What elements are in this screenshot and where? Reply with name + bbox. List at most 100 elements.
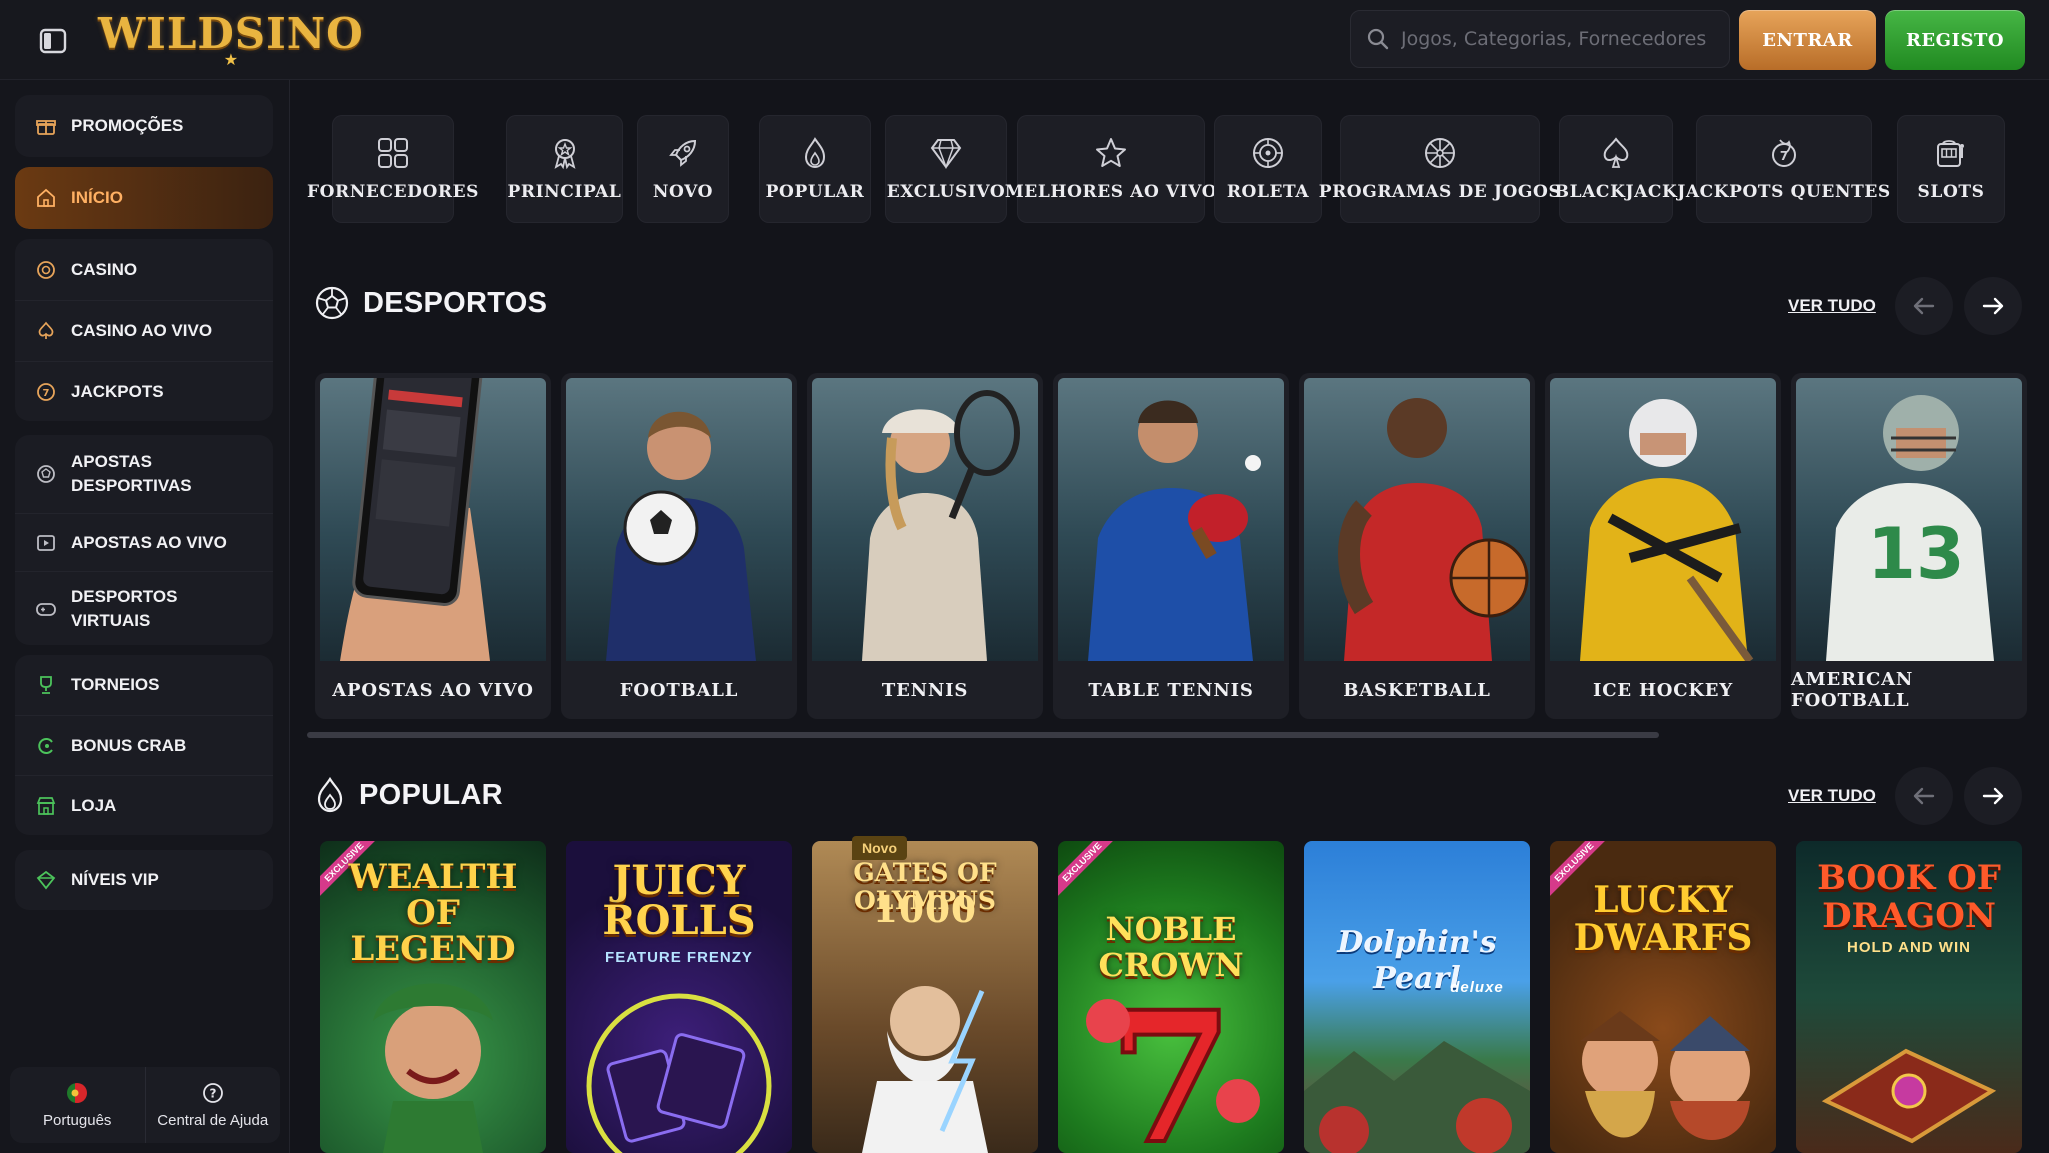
sidebar-item-label: CASINO <box>71 259 138 279</box>
category-exclusivo[interactable]: EXCLUSIVO <box>885 115 1007 223</box>
help-label: Central de Ajuda <box>157 1111 269 1129</box>
search-input[interactable] <box>1401 28 1721 50</box>
language-selector[interactable]: Português <box>10 1067 145 1143</box>
game-card-gates-of-olympus[interactable]: GATES OF OLYMPUS 1000 <box>812 841 1038 1153</box>
shop-icon <box>35 795 57 817</box>
sidebar-item-label: TORNEIOS <box>71 675 160 694</box>
category-fornecedores[interactable]: FORNECEDORES <box>307 115 478 223</box>
sport-label: BASKETBALL <box>1343 679 1491 701</box>
game-title: WEALTH OF LEGEND <box>348 857 518 969</box>
category-label: JACKPOTS QUENTES <box>1677 182 1891 202</box>
game-card-book-of-dragon[interactable]: BOOK OF DRAGON HOLD AND WIN <box>1796 841 2022 1153</box>
category-roleta[interactable]: ROLETA <box>1214 115 1322 223</box>
sidebar-item-bonus-crab[interactable]: BONUS CRAB <box>15 715 273 775</box>
category-melhores-ao-vivo[interactable]: MELHORES AO VIVO <box>1005 115 1217 223</box>
soccer-ball-icon <box>315 286 349 320</box>
crab-icon <box>35 735 57 757</box>
top-bar: WILDSINO ★ ENTRAR REGISTO <box>0 0 2049 80</box>
help-center-link[interactable]: ? Central de Ajuda <box>144 1067 281 1143</box>
sport-label: AMERICAN FOOTBALL <box>1791 669 1914 711</box>
sidebar-item-label: LOJA <box>71 795 117 815</box>
sports-scrollbar[interactable] <box>307 732 1659 738</box>
game-title: LUCKY DWARFS <box>1573 879 1753 959</box>
category-novo[interactable]: NOVO <box>637 115 729 223</box>
sports-next-button[interactable] <box>1964 277 2022 335</box>
sidebar-item-casino-ao-vivo[interactable]: CASINO AO VIVO <box>15 300 273 361</box>
category-label: PROGRAMAS DE JOGOS <box>1318 182 1562 202</box>
search-bar[interactable] <box>1350 10 1730 68</box>
logo-star-icon: ★ <box>223 50 239 69</box>
game-title: BOOK OF DRAGON <box>1817 858 2001 936</box>
sidebar-item-label: INÍCIO <box>71 188 123 207</box>
vip-icon <box>35 869 57 891</box>
sidebar-item-loja[interactable]: LOJA <box>15 775 273 835</box>
popular-next-button[interactable] <box>1964 767 2022 825</box>
chip-icon <box>35 259 57 281</box>
sport-card-american-football[interactable]: 13 AMERICAN FOOTBALL <box>1791 373 2027 719</box>
wildsino-logo[interactable]: WILDSINO ★ <box>98 10 364 70</box>
sidebar-item-label: JACKPOTS <box>71 381 164 401</box>
sidebar-group-promotions: PROMOÇÕES <box>15 95 273 157</box>
arrow-left-icon <box>1913 787 1935 805</box>
grid-icon <box>378 138 408 168</box>
login-button[interactable]: ENTRAR <box>1739 10 1876 70</box>
sidebar-item-inicio[interactable]: INÍCIO <box>15 167 273 229</box>
game-card-lucky-dwarfs[interactable]: EXCLUSIVE LUCKY DWARFS <box>1550 841 1776 1153</box>
exclusive-ribbon: EXCLUSIVE <box>1058 841 1121 901</box>
game-card-dolphins-pearl[interactable]: Dolphin's Pearl deluxe <box>1304 841 1530 1153</box>
game-subtitle: HOLD AND WIN <box>1847 939 1971 956</box>
category-label: MELHORES AO VIVO <box>1004 182 1218 202</box>
popular-see-all-link[interactable]: VER TUDO <box>1788 786 1876 806</box>
live-icon <box>35 532 57 554</box>
star-icon <box>1096 138 1126 167</box>
game-card-juicy-rolls[interactable]: JUICY ROLLS FEATURE FRENZY <box>566 841 792 1153</box>
flame-icon <box>804 137 826 169</box>
sidebar-group-home: INÍCIO <box>15 167 273 229</box>
sidebar-item-torneios[interactable]: TORNEIOS <box>15 655 273 715</box>
sidebar-toggle-icon[interactable] <box>34 24 72 58</box>
sport-card-football[interactable]: FOOTBALL <box>561 373 797 719</box>
sidebar-item-desportos-virtuais[interactable]: DESPORTOS VIRTUAIS <box>15 571 273 645</box>
sidebar: PROMOÇÕES INÍCIO CASINO CASINO AO VIVO 7… <box>0 80 290 1153</box>
help-icon: ? <box>202 1082 223 1103</box>
category-jackpots-quentes[interactable]: 7 JACKPOTS QUENTES <box>1677 115 1890 223</box>
game-subtitle: 1000 <box>872 889 978 931</box>
sport-card-ice-hockey[interactable]: ICE HOCKEY <box>1545 373 1781 719</box>
sidebar-item-label: APOSTAS DESPORTIVAS <box>71 452 192 495</box>
category-slots[interactable]: SLOTS <box>1897 115 2005 223</box>
sidebar-item-jackpots[interactable]: 7 JACKPOTS <box>15 361 273 421</box>
sports-see-all-link[interactable]: VER TUDO <box>1788 296 1876 316</box>
new-badge: Novo <box>852 836 907 860</box>
sport-image <box>1058 378 1284 661</box>
sports-prev-button[interactable] <box>1895 277 1953 335</box>
sport-card-apostas-ao-vivo[interactable]: APOSTAS AO VIVO <box>315 373 551 719</box>
category-popular[interactable]: POPULAR <box>759 115 871 223</box>
category-label: FORNECEDORES <box>306 182 480 202</box>
jackpot-icon: 7 <box>35 381 57 403</box>
flame-icon <box>317 777 343 813</box>
category-blackjack[interactable]: BLACKJACK <box>1555 115 1677 223</box>
gamepad-icon <box>35 598 57 620</box>
game-card-noble-crown[interactable]: EXCLUSIVE NOBLE CROWN 7 <box>1058 841 1284 1153</box>
game-title: NOBLE CROWN <box>1098 910 1244 984</box>
game-subtitle: FEATURE FRENZY <box>605 949 753 966</box>
sport-card-basketball[interactable]: BASKETBALL <box>1299 373 1535 719</box>
category-programas-de-jogos[interactable]: PROGRAMAS DE JOGOS <box>1319 115 1561 223</box>
sidebar-item-apostas-ao-vivo[interactable]: APOSTAS AO VIVO <box>15 513 273 571</box>
popular-prev-button[interactable] <box>1895 767 1953 825</box>
sidebar-item-promocoes[interactable]: PROMOÇÕES <box>15 95 273 157</box>
category-principal[interactable]: PRINCIPAL <box>506 115 623 223</box>
sport-label: FOOTBALL <box>619 679 739 701</box>
sidebar-item-apostas-desportivas[interactable]: APOSTAS DESPORTIVAS <box>15 435 273 513</box>
sidebar-group-extras: TORNEIOS BONUS CRAB LOJA <box>15 655 273 835</box>
language-label: Português <box>43 1111 112 1129</box>
sport-card-tennis[interactable]: TENNIS <box>807 373 1043 719</box>
sidebar-item-niveis-vip[interactable]: NÍVEIS VIP <box>15 850 273 910</box>
sport-card-table-tennis[interactable]: TABLE TENNIS <box>1053 373 1289 719</box>
svg-text:13: 13 <box>1867 513 1964 595</box>
trophy-icon <box>35 674 57 696</box>
category-label: ROLETA <box>1226 182 1310 202</box>
game-card-wealth-of-legend[interactable]: EXCLUSIVE WEALTH OF LEGEND <box>320 841 546 1153</box>
sidebar-item-casino[interactable]: CASINO <box>15 239 273 300</box>
register-button[interactable]: REGISTO <box>1885 10 2025 70</box>
